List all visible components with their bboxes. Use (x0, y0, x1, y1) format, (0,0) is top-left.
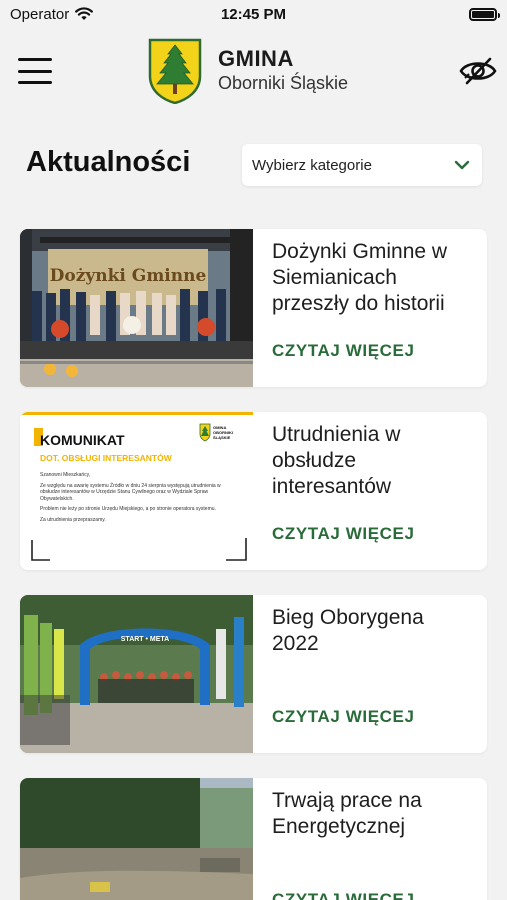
page-title: Aktualności (26, 146, 191, 178)
coat-of-arms-logo (148, 38, 202, 104)
read-more-link[interactable]: CZYTAJ WIĘCEJ (272, 890, 415, 900)
category-select[interactable]: Wybierz kategorie (242, 144, 482, 186)
read-more-link[interactable]: CZYTAJ WIĘCEJ (272, 707, 415, 727)
komunikat-paragraph-1: Ze względu na awarię systemu Źródło w dn… (40, 482, 221, 502)
news-card[interactable]: KOMUNIKAT DOT. OBSŁUGI INTERESANTÓW GMIN… (20, 412, 487, 570)
news-body: Trwają prace na Energetycznej CZYTAJ WIĘ… (253, 778, 487, 900)
komunikat-logo-line3: ŚLĄSKIE (213, 435, 231, 440)
komunikat-greeting: Szanowni Mieszkańcy, (40, 472, 91, 478)
carrier-label: Operator (10, 5, 70, 23)
news-title: Bieg Oborygena 2022 (272, 606, 424, 655)
news-body: Dożynki Gminne w Siemianicach przeszły d… (253, 229, 487, 387)
komunikat-heading: KOMUNIKAT (40, 432, 125, 448)
chevron-down-icon (454, 160, 470, 170)
read-more-link[interactable]: CZYTAJ WIĘCEJ (272, 341, 415, 361)
komunikat-paragraph-2: Problem nie leży po stronie Urzędu Miejs… (40, 506, 216, 513)
eye-slash-icon[interactable] (459, 56, 497, 86)
news-card[interactable]: Trwają prace na Energetycznej CZYTAJ WIĘ… (20, 778, 487, 900)
news-card[interactable]: START • META Bieg Oborygena 2022 CZYTAJ … (20, 595, 487, 753)
news-title: Dożynki Gminne w Siemianicach przeszły d… (272, 240, 448, 315)
hamburger-menu-icon[interactable] (18, 58, 52, 84)
wifi-icon (75, 7, 94, 20)
komunikat-subheading: DOT. OBSŁUGI INTERESANTÓW (40, 452, 173, 463)
news-thumbnail: Dożynki Gminne (20, 229, 253, 387)
news-body: Utrudnienia w obsłudze interesantów CZYT… (253, 412, 487, 570)
status-left: Operator (10, 5, 94, 23)
status-bar: Operator 12:45 PM (0, 0, 507, 28)
brand-title: GMINA (218, 46, 294, 71)
news-thumbnail (20, 778, 253, 900)
thumb-arch-text: START • META (121, 636, 169, 643)
battery-icon (469, 7, 500, 21)
read-more-link[interactable]: CZYTAJ WIĘCEJ (272, 524, 415, 544)
thumb-banner-text: Dożynki Gminne (50, 266, 207, 286)
news-card[interactable]: Dożynki Gminne Dożynki Gminne w Siemiani… (20, 229, 487, 387)
news-thumbnail: KOMUNIKAT DOT. OBSŁUGI INTERESANTÓW GMIN… (20, 412, 253, 570)
news-title: Trwają prace na Energetycznej (272, 789, 422, 838)
komunikat-closing: Za utrudnienia przepraszamy. (40, 516, 106, 523)
app-header: GMINA Oborniki Śląskie (0, 28, 507, 118)
brand-subtitle: Oborniki Śląskie (218, 73, 349, 93)
news-title: Utrudnienia w obsłudze interesantów (272, 423, 401, 498)
news-body: Bieg Oborygena 2022 CZYTAJ WIĘCEJ (253, 595, 487, 753)
category-select-label: Wybierz kategorie (252, 156, 372, 174)
news-thumbnail: START • META (20, 595, 253, 753)
brand: GMINA Oborniki Śląskie (218, 46, 348, 94)
